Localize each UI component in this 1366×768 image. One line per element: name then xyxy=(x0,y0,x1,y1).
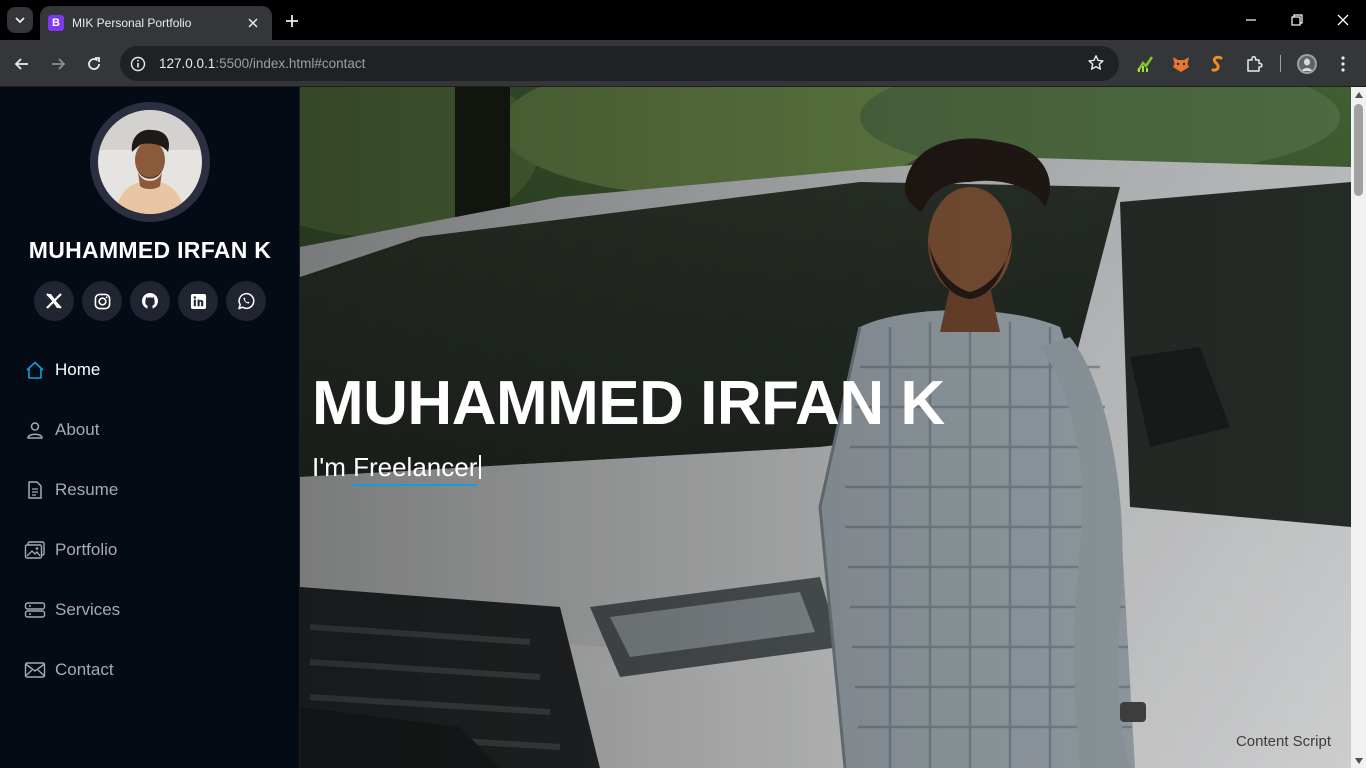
server-icon xyxy=(24,599,46,621)
profile-avatar-frame xyxy=(90,102,210,222)
sidebar-item-label: Portfolio xyxy=(55,540,118,559)
whatsapp-link[interactable] xyxy=(226,281,266,321)
back-button[interactable] xyxy=(9,51,35,77)
profile-avatar-icon[interactable] xyxy=(1296,53,1318,75)
site-info-icon[interactable] xyxy=(130,56,146,72)
scroll-up-button[interactable] xyxy=(1351,87,1366,102)
sidebar-item-resume[interactable]: Resume xyxy=(0,460,300,520)
envelope-icon xyxy=(24,659,46,681)
content-script-label: Content Script xyxy=(1235,733,1331,750)
hero-section: MUHAMMED IRFAN K I'm Freelancer Content … xyxy=(300,87,1351,768)
github-link[interactable] xyxy=(130,281,170,321)
bookmark-star-icon[interactable] xyxy=(1087,54,1105,72)
reload-icon xyxy=(88,57,100,70)
url-text: 127.0.0.1:5500/index.html#contact xyxy=(159,56,365,71)
browser-toolbar: 127.0.0.1:5500/index.html#contact xyxy=(0,40,1366,87)
page-scrollbar[interactable] xyxy=(1351,87,1366,768)
hero-subtitle-prefix: I'm xyxy=(312,452,354,482)
triangle-up-icon xyxy=(1354,91,1363,98)
sidebar-item-label: About xyxy=(55,420,100,439)
extension-s-icon[interactable] xyxy=(1206,53,1228,75)
x-twitter-link[interactable] xyxy=(34,281,74,321)
minimize-button[interactable] xyxy=(1228,0,1274,40)
browser-tab-bar: B MIK Personal Portfolio xyxy=(0,0,1366,40)
restore-button[interactable] xyxy=(1274,0,1320,40)
hero-title: MUHAMMED IRFAN K xyxy=(312,369,945,438)
web-page: MUHAMMED IRFAN K Home About Resume Portf… xyxy=(0,87,1366,768)
arrow-left-icon xyxy=(14,58,28,70)
profile-name: MUHAMMED IRFAN K xyxy=(28,237,272,263)
minimize-icon xyxy=(1246,19,1256,21)
typing-cursor xyxy=(479,455,482,479)
hero-subtitle: I'm Freelancer xyxy=(312,452,482,486)
instagram-link[interactable] xyxy=(82,281,122,321)
triangle-down-icon xyxy=(1354,757,1363,764)
x-twitter-icon xyxy=(46,293,62,309)
sidebar-item-home[interactable]: Home xyxy=(0,340,300,400)
favicon-icon: B xyxy=(48,15,64,31)
url-path: :5500/index.html#contact xyxy=(215,56,366,71)
github-icon xyxy=(142,293,158,309)
close-icon xyxy=(1337,14,1349,26)
home-icon xyxy=(24,359,46,381)
new-tab-button[interactable] xyxy=(281,10,303,32)
sidebar-item-label: Resume xyxy=(55,480,119,499)
arrow-right-icon xyxy=(52,58,66,70)
file-icon xyxy=(24,479,46,501)
sidebar: MUHAMMED IRFAN K Home About Resume Portf… xyxy=(0,87,300,768)
browser-tab[interactable]: B MIK Personal Portfolio xyxy=(40,6,272,40)
toolbar-separator xyxy=(1280,55,1281,72)
sidebar-item-label: Services xyxy=(55,600,121,619)
images-icon xyxy=(24,539,46,561)
scrollbar-thumb[interactable] xyxy=(1354,104,1363,196)
linkedin-icon xyxy=(190,293,206,309)
tab-search-button[interactable] xyxy=(7,7,33,33)
close-icon xyxy=(248,18,258,28)
address-bar[interactable]: 127.0.0.1:5500/index.html#contact xyxy=(120,46,1119,81)
close-window-button[interactable] xyxy=(1320,0,1366,40)
social-links xyxy=(34,281,266,321)
linkedin-link[interactable] xyxy=(178,281,218,321)
extension-fox-icon[interactable] xyxy=(1170,53,1192,75)
whatsapp-icon xyxy=(238,292,255,310)
person-icon xyxy=(24,419,46,441)
plus-icon xyxy=(286,15,298,27)
url-host: 127.0.0.1 xyxy=(159,56,216,71)
sidebar-item-label: Contact xyxy=(55,660,114,679)
scroll-down-button[interactable] xyxy=(1351,753,1366,768)
sidebar-item-contact[interactable]: Contact xyxy=(0,640,300,700)
restore-icon xyxy=(1291,14,1303,26)
tab-close-button[interactable] xyxy=(244,14,262,32)
sidebar-nav: Home About Resume Portfolio Services Con… xyxy=(0,340,300,700)
extensions-puzzle-icon[interactable] xyxy=(1243,53,1265,75)
sidebar-item-services[interactable]: Services xyxy=(0,580,300,640)
chevron-down-icon xyxy=(15,17,25,24)
typed-role-text: Freelancer xyxy=(353,452,478,486)
instagram-icon xyxy=(94,293,110,309)
reload-button[interactable] xyxy=(81,51,107,77)
extension-chart-icon[interactable] xyxy=(1134,53,1156,75)
sidebar-item-about[interactable]: About xyxy=(0,400,300,460)
avatar xyxy=(98,110,202,214)
sidebar-item-portfolio[interactable]: Portfolio xyxy=(0,520,300,580)
sidebar-item-label: Home xyxy=(55,360,101,379)
forward-button[interactable] xyxy=(45,51,71,77)
browser-menu-icon[interactable] xyxy=(1332,53,1354,75)
tab-title: MIK Personal Portfolio xyxy=(72,16,192,30)
